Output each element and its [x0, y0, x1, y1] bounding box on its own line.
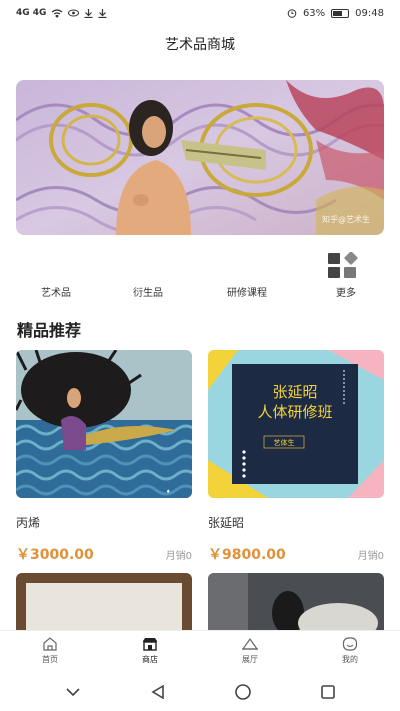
tab-label: 商店	[142, 654, 158, 664]
product-image: ♦	[16, 350, 192, 498]
banner-watermark: 知乎@艺术生	[322, 215, 370, 224]
wifi-icon	[52, 8, 63, 18]
home-circle-icon	[234, 683, 251, 700]
tab-label: 展厅	[242, 654, 258, 664]
product-card[interactable]: 张延昭 人体研修班 艺体生 张延昭 ￥9800.00 月销0	[208, 350, 384, 564]
svg-text:♦: ♦	[166, 489, 170, 495]
download-icon	[98, 8, 107, 18]
nav-home-button[interactable]	[223, 677, 263, 707]
status-right: 63% 09:48	[287, 8, 384, 19]
product-price: ￥9800.00	[208, 547, 286, 563]
tab-label: 我的	[342, 654, 358, 664]
recents-square-icon	[320, 684, 335, 699]
category-courses[interactable]: 研修课程	[212, 284, 282, 299]
product-card-peek[interactable]	[16, 573, 192, 635]
more-grid-icon	[328, 252, 358, 278]
nav-back-button[interactable]	[138, 677, 178, 707]
alarm-icon	[287, 9, 297, 18]
poster-tag: 艺体生	[273, 439, 295, 447]
tab-label: 首页	[42, 654, 58, 664]
banner-artwork	[16, 80, 384, 235]
tab-gallery[interactable]: 展厅	[200, 631, 300, 670]
product-sales: 月销0	[165, 551, 192, 562]
product-card-peek[interactable]	[208, 573, 384, 635]
bottom-tab-bar: 首页 商店 展厅 我的	[0, 630, 400, 670]
system-nav-bar	[0, 672, 400, 711]
product-meta: ￥9800.00 月销0	[208, 544, 384, 564]
gallery-icon	[241, 637, 259, 650]
download-icon	[84, 8, 93, 18]
page-title: 艺术品商城	[165, 37, 235, 53]
eye-icon	[68, 9, 80, 17]
signal-text: 4G 4G	[16, 8, 47, 18]
section-title: 精品推荐	[17, 321, 82, 340]
tab-home[interactable]: 首页	[0, 631, 100, 670]
product-meta: ￥3000.00 月销0	[16, 544, 192, 564]
clock: 09:48	[355, 7, 384, 19]
tab-store[interactable]: 商店	[100, 631, 200, 670]
nav-collapse-button[interactable]	[53, 677, 93, 707]
battery-percent: 63%	[302, 7, 326, 19]
profile-icon	[342, 636, 358, 651]
status-left: 4G 4G	[16, 8, 107, 18]
status-bar: 4G 4G 63% 09:48	[0, 0, 400, 26]
product-name: 张延昭	[208, 516, 245, 530]
tab-profile[interactable]: 我的	[300, 631, 400, 670]
poster-title: 张延昭	[272, 383, 318, 401]
product-name: 丙烯	[16, 516, 41, 530]
poster-subtitle: 人体研修班	[257, 403, 333, 421]
back-triangle-icon	[150, 684, 164, 699]
battery-icon	[331, 8, 350, 18]
product-image: 张延昭 人体研修班 艺体生	[208, 350, 384, 498]
chevron-down-icon	[65, 687, 80, 696]
store-icon	[143, 637, 157, 651]
category-nav: 艺术品 衍生品 研修课程 更多	[16, 250, 384, 300]
product-card[interactable]: ♦ 丙烯 ￥3000.00 月销0	[16, 350, 192, 564]
home-icon	[43, 636, 57, 651]
product-sales: 月销0	[357, 551, 384, 562]
category-derivatives[interactable]: 衍生品	[113, 284, 183, 299]
nav-recents-button[interactable]	[308, 677, 348, 707]
product-price: ￥3000.00	[16, 547, 94, 563]
battery-fill	[333, 10, 343, 16]
banner-carousel[interactable]: 知乎@艺术生	[16, 80, 384, 235]
category-more[interactable]: 更多	[311, 284, 381, 299]
category-artwork[interactable]: 艺术品	[21, 284, 91, 299]
